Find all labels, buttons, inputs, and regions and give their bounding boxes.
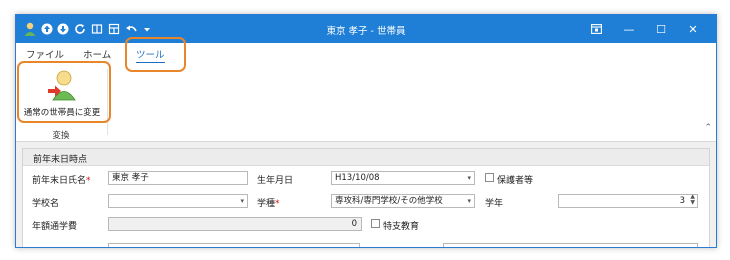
- additional-input-1[interactable]: [108, 243, 360, 247]
- ribbon: 通常の世帯員に変更 変換 ⌃: [16, 63, 716, 142]
- grade-label: 学年: [485, 199, 504, 209]
- guardian-label: 保護者等: [497, 176, 534, 186]
- close-button[interactable]: ✕: [684, 20, 702, 38]
- menu-bar: ファイル ホーム ツール: [16, 43, 716, 64]
- tuition-input[interactable]: 0: [108, 217, 362, 231]
- grade-spinner[interactable]: 3 ▲ ▼: [558, 194, 698, 208]
- help-window-icon[interactable]: [587, 20, 605, 38]
- tools-tab-highlight: [125, 37, 186, 72]
- school-type-select[interactable]: 専攻科/専門学校/その他学校 ▾: [331, 194, 475, 208]
- maximize-button[interactable]: ☐: [652, 20, 670, 38]
- chevron-down-icon: ▾: [467, 174, 471, 182]
- spinner-arrows-icon[interactable]: ▲ ▼: [690, 195, 695, 206]
- guardian-checkbox[interactable]: [485, 173, 494, 182]
- chevron-down-icon: ▾: [467, 197, 471, 205]
- name-input[interactable]: 東京 孝子: [108, 171, 248, 185]
- special-education-checkbox[interactable]: [371, 219, 380, 228]
- ribbon-group-label: 変換: [52, 131, 70, 141]
- required-mark: *: [86, 176, 91, 186]
- convert-button-highlight: [17, 61, 111, 123]
- additional-input-2[interactable]: [443, 243, 698, 247]
- name-label: 前年末日氏名*: [32, 176, 91, 186]
- panel-header: 前年末日時点: [23, 149, 709, 166]
- school-label: 学校名: [32, 199, 60, 209]
- menu-home[interactable]: ホーム: [83, 47, 111, 61]
- school-select[interactable]: ▾: [108, 194, 248, 208]
- minimize-button[interactable]: —: [620, 20, 638, 38]
- tuition-label: 年額通学費: [32, 222, 78, 232]
- school-type-label: 学種*: [257, 199, 280, 209]
- app-window: 東京 孝子 - 世帯員 — ☐ ✕ ファイル ホーム ツール 通常の世帯員に変更…: [15, 14, 717, 248]
- chevron-down-icon: ▾: [240, 197, 244, 205]
- collapse-ribbon-icon[interactable]: ⌃: [704, 123, 712, 133]
- required-mark: *: [275, 199, 280, 209]
- window-title: 東京 孝子 - 世帯員: [326, 26, 406, 37]
- special-education-label: 特支教育: [383, 222, 420, 232]
- panel-title: 前年末日時点: [33, 155, 88, 165]
- menu-file[interactable]: ファイル: [26, 47, 64, 61]
- year-end-panel: 前年末日時点 前年末日氏名* 東京 孝子 生年月日 H13/10/08 ▾ 保護者…: [22, 148, 710, 247]
- content-area: 前年末日時点 前年末日氏名* 東京 孝子 生年月日 H13/10/08 ▾ 保護者…: [16, 142, 716, 247]
- birth-date-select[interactable]: H13/10/08 ▾: [331, 171, 475, 185]
- birth-label: 生年月日: [257, 176, 294, 186]
- title-bar: 東京 孝子 - 世帯員 — ☐ ✕: [16, 15, 716, 43]
